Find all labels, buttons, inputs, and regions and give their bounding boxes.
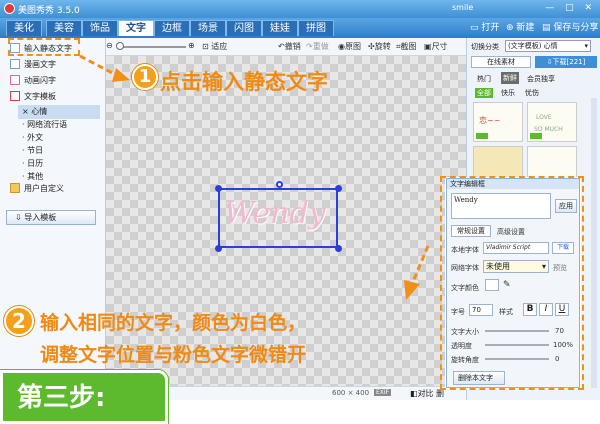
step1-instruction: 点击输入静态文字 <box>160 70 328 94</box>
template-thumb-1-art: 恋~~ <box>476 115 500 139</box>
switch-category-label: 切换分类 <box>471 43 499 51</box>
image-size: 600 × 400 <box>332 389 370 397</box>
template-thumb-2-art: LOVE SO MUCH <box>530 114 563 139</box>
import-template-button[interactable]: ⇩ 导入模板 <box>6 210 96 225</box>
filter-new[interactable]: 新鲜 <box>501 72 519 84</box>
step2-instruction-line2: 调整文字位置与粉色文字微错开 <box>40 344 307 366</box>
template-thumb-3[interactable] <box>473 146 523 180</box>
heart-icon <box>10 75 20 85</box>
filter-hot[interactable]: 热门 <box>477 74 491 84</box>
zoom-slider[interactable] <box>118 46 186 48</box>
user-name[interactable]: smile <box>452 3 473 12</box>
canvas-toolbar: ⊖ ⊕ ⊡ 适应 ↶撤销 ↷重做 ◉原图 ✣旋转 ⌗截图 ▣尺寸 <box>106 38 466 56</box>
tab-wawa[interactable]: 娃娃 <box>262 20 298 36</box>
category-select[interactable]: (文字模板) 心情 ▾ <box>505 40 591 52</box>
folder-icon <box>10 183 20 193</box>
title-bar: 美图秀秀 3.5.0 smile — □ ✕ <box>0 0 600 18</box>
app-logo-icon <box>4 3 15 14</box>
tab-biankuang[interactable]: 边框 <box>154 20 190 36</box>
template-sub-xinqing[interactable]: × 心情 <box>18 105 100 119</box>
template-thumb-4[interactable] <box>527 146 577 180</box>
svg-text:恋~~: 恋~~ <box>479 115 500 125</box>
download-tab[interactable]: ⇩下载[221] <box>535 56 597 68</box>
save-share-button[interactable]: ▤ 保存与分享 <box>542 21 598 35</box>
new-button[interactable]: ⊕ 新建 <box>506 21 534 35</box>
fit-button[interactable]: ⊡ 适应 <box>202 41 227 52</box>
filter-vip[interactable]: 会员独享 <box>527 74 555 84</box>
tab-changjing[interactable]: 场景 <box>190 20 226 36</box>
undo-button[interactable]: ↶撤销 <box>278 41 301 52</box>
main-tabs: 美化 美容 饰品 文字 边框 场景 闪图 娃娃 拼图 ▭ 打开 ⊕ 新建 ▤ 保… <box>0 18 600 38</box>
zoom-in-icon[interactable]: ⊕ <box>188 41 195 50</box>
tab-meirong[interactable]: 美容 <box>46 20 82 36</box>
resize-handle-bl[interactable] <box>215 245 222 252</box>
tab-shantu[interactable]: 闪图 <box>226 20 262 36</box>
love-icon <box>10 91 20 101</box>
svg-text:LOVE: LOVE <box>536 114 552 121</box>
text-template-item[interactable]: 文字模板 <box>10 90 56 104</box>
animated-text-item[interactable]: 动画闪字 <box>10 74 56 88</box>
resize-handle-br[interactable] <box>335 245 342 252</box>
tab-meihua[interactable]: 美化 <box>6 20 42 36</box>
step1-arrow-icon <box>79 54 130 82</box>
exif-badge[interactable]: EXIF <box>374 389 392 396</box>
template-thumb-2[interactable]: LOVE SO MUCH <box>527 102 577 142</box>
step2-instruction-line1: 输入相同的文字，颜色为白色， <box>40 312 307 334</box>
comic-icon <box>10 59 20 69</box>
user-custom-item[interactable]: 用户自定义 <box>10 182 64 196</box>
rotate-handle[interactable] <box>276 181 283 188</box>
canvas-text-wendy[interactable]: Wendy <box>224 196 326 231</box>
online-material-tab[interactable]: 在线素材 <box>471 56 531 68</box>
open-button[interactable]: ▭ 打开 <box>470 21 499 35</box>
chevron-down-icon: ▾ <box>584 42 588 50</box>
step1-highlight-box <box>8 38 80 56</box>
dialog-highlight-box <box>440 176 584 390</box>
zoom-out-icon[interactable]: ⊖ <box>106 41 113 50</box>
template-sub-wangluo[interactable]: · 网络流行语 <box>22 118 67 132</box>
app-title: 美图秀秀 3.5.0 <box>18 6 80 16</box>
comic-text-item[interactable]: 漫画文字 <box>10 58 56 72</box>
redo-button[interactable]: ↷重做 <box>306 41 329 52</box>
template-sub-rili[interactable]: · 日历 <box>22 157 43 171</box>
image-canvas[interactable]: Wendy <box>106 56 466 386</box>
right-scrollbar[interactable] <box>591 98 597 388</box>
window-controls[interactable]: — □ ✕ <box>545 3 596 13</box>
tab-pintu[interactable]: 拼图 <box>298 20 334 36</box>
step2-number-badge: 2 <box>4 306 34 336</box>
size-button[interactable]: ▣尺寸 <box>424 41 448 52</box>
resize-handle-tl[interactable] <box>215 185 222 192</box>
resize-handle-tr[interactable] <box>335 185 342 192</box>
subfilter-happy[interactable]: 快乐 <box>501 88 515 98</box>
rotate-button[interactable]: ✣旋转 <box>368 41 391 52</box>
zoom-slider-handle[interactable] <box>116 42 124 50</box>
subfilter-sad[interactable]: 忧伤 <box>525 88 539 98</box>
template-sub-waiwen[interactable]: · 外文 <box>22 131 43 145</box>
tab-wenzi[interactable]: 文字 <box>118 20 154 36</box>
subfilter-all[interactable]: 全部 <box>475 88 493 98</box>
template-sub-jieri[interactable]: · 节日 <box>22 144 43 158</box>
step2-arrow-icon <box>404 245 430 300</box>
svg-text:SO MUCH: SO MUCH <box>534 126 563 133</box>
compare-button[interactable]: ◧对比 <box>410 388 434 399</box>
step1-number-badge: 1 <box>132 64 158 90</box>
step3-banner: 第三步: <box>0 370 168 424</box>
template-thumb-1[interactable]: 恋~~ <box>473 102 523 142</box>
crop-button[interactable]: ⌗截图 <box>396 41 417 52</box>
import-icon: ⇩ <box>15 213 25 222</box>
tab-shipin[interactable]: 饰品 <box>82 20 118 36</box>
original-button[interactable]: ◉原图 <box>338 41 361 52</box>
